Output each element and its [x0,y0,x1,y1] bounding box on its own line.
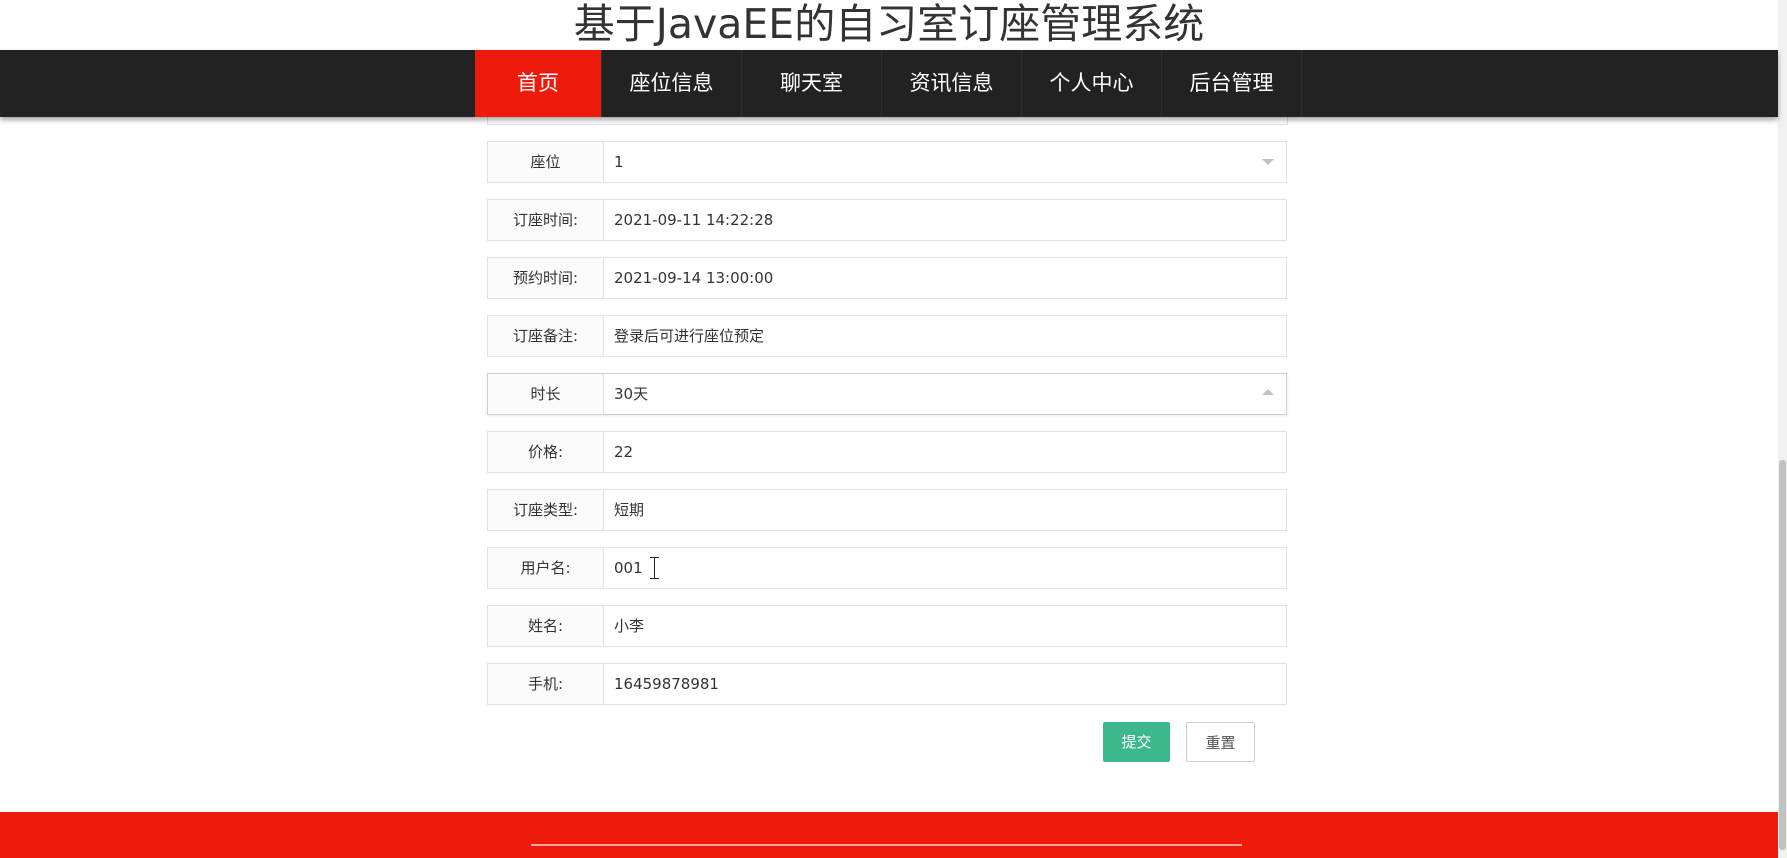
booking-note-label: 订座备注: [488,316,604,356]
duration-select[interactable]: 时长 30天 [487,373,1287,415]
duration-label: 时长 [488,374,604,414]
username-text: 001 [614,559,643,577]
reservation-time-label: 预约时间: [488,258,604,298]
price-field[interactable]: 价格: 22 [487,431,1287,473]
seat-value[interactable]: 1 [604,142,1286,182]
main-navbar: 首页 座位信息 聊天室 资讯信息 个人中心 后台管理 [0,50,1778,117]
phone-label: 手机: [488,664,604,704]
username-label: 用户名: [488,548,604,588]
site-title: 基于JavaEE的自习室订座管理系统 [573,0,1205,48]
scrollbar-thumb[interactable] [1779,460,1786,850]
nav-item-seat-info[interactable]: 座位信息 [602,50,742,117]
booking-type-field[interactable]: 订座类型: 短期 [487,489,1287,531]
booking-note-field[interactable]: 订座备注: 登录后可进行座位预定 [487,315,1287,357]
reset-button[interactable]: 重置 [1186,722,1255,762]
phone-input[interactable]: 16459878981 [604,664,1286,704]
chevron-up-icon[interactable] [1262,389,1274,395]
footer-divider [531,844,1242,846]
price-input[interactable]: 22 [604,432,1286,472]
nav-item-chat-room[interactable]: 聊天室 [742,50,882,117]
nav-item-news[interactable]: 资讯信息 [882,50,1022,117]
seat-select[interactable]: 座位 1 [487,141,1287,183]
nav-item-personal-center[interactable]: 个人中心 [1022,50,1162,117]
seat-label: 座位 [488,142,604,182]
booking-time-label: 订座时间: [488,200,604,240]
text-cursor-icon [650,557,663,579]
footer-bar [0,812,1778,858]
phone-field[interactable]: 手机: 16459878981 [487,663,1287,705]
submit-button[interactable]: 提交 [1103,722,1170,762]
price-label: 价格: [488,432,604,472]
name-input[interactable]: 小李 [604,606,1286,646]
nav-item-home[interactable]: 首页 [475,50,602,117]
form-row-partial [487,117,1288,125]
duration-value[interactable]: 30天 [604,374,1286,414]
username-input[interactable]: 001 [604,548,1286,588]
booking-time-input[interactable]: 2021-09-11 14:22:28 [604,200,1286,240]
booking-note-input[interactable]: 登录后可进行座位预定 [604,316,1286,356]
nav-item-admin[interactable]: 后台管理 [1162,50,1302,117]
booking-time-field[interactable]: 订座时间: 2021-09-11 14:22:28 [487,199,1287,241]
reservation-time-input[interactable]: 2021-09-14 13:00:00 [604,258,1286,298]
chevron-down-icon[interactable] [1262,159,1274,165]
username-field[interactable]: 用户名: 001 [487,547,1287,589]
booking-type-input[interactable]: 短期 [604,490,1286,530]
name-field[interactable]: 姓名: 小李 [487,605,1287,647]
name-label: 姓名: [488,606,604,646]
reservation-time-field[interactable]: 预约时间: 2021-09-14 13:00:00 [487,257,1287,299]
booking-type-label: 订座类型: [488,490,604,530]
